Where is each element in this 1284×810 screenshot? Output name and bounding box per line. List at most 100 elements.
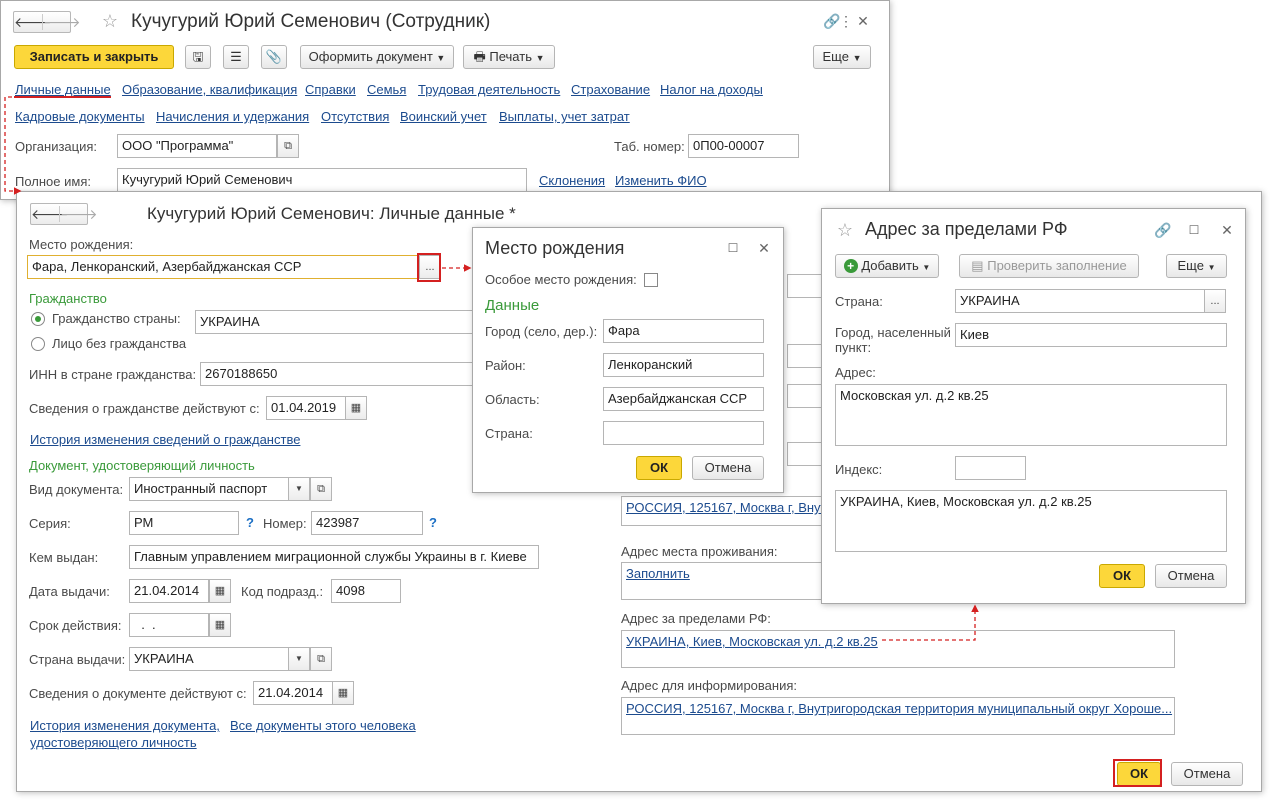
citizenship-country-field[interactable]: УКРАИНА — [195, 310, 475, 334]
abroad-address-field[interactable]: УКРАИНА, Киев, Московская ул. д.2 кв.25 — [621, 630, 1175, 668]
citizenship-country-label: Гражданство страны: — [52, 311, 181, 326]
index-field[interactable] — [955, 456, 1026, 480]
tab-military[interactable]: Воинский учет — [400, 109, 487, 124]
region-field[interactable]: Азербайджанская ССР — [603, 387, 764, 411]
tab-education[interactable]: Образование, квалификация — [122, 82, 297, 97]
city-field[interactable]: Фара — [603, 319, 764, 343]
tab-family[interactable]: Семья — [367, 82, 406, 97]
doc-history-link-line1[interactable]: История изменения документа, — [30, 718, 220, 733]
cancel-button[interactable]: Отмена — [1171, 762, 1243, 786]
chevron-down-icon[interactable]: ▼ — [288, 647, 310, 671]
residence-address-field[interactable]: Заполнить — [621, 562, 826, 600]
address-field[interactable]: Московская ул. д.2 кв.25 — [835, 384, 1227, 446]
more-button[interactable]: Еще ▼ — [813, 45, 871, 69]
tab-certificates[interactable]: Справки — [305, 82, 356, 97]
country-field[interactable] — [603, 421, 764, 445]
stateless-radio[interactable] — [31, 337, 45, 351]
special-birthplace-checkbox[interactable] — [644, 273, 658, 287]
region-label: Область: — [485, 392, 540, 407]
save-icon-button[interactable]: 🖫 — [185, 45, 211, 69]
print-button[interactable]: 🖶 Печать ▼ — [463, 45, 555, 69]
info-address-field[interactable]: РОССИЯ, 125167, Москва г, Внутригородска… — [621, 697, 1175, 735]
doc-valid-field[interactable]: 21.04.2014 — [253, 681, 333, 705]
back-arrow-icon[interactable]: 🡐 — [14, 14, 52, 31]
doc-type-label: Вид документа: — [29, 482, 124, 497]
country-select-button[interactable]: ... — [1204, 289, 1226, 313]
tab-number-field[interactable]: 0П00-00007 — [688, 134, 799, 158]
district-field[interactable]: Ленкоранский — [603, 353, 764, 377]
open-doc-type-button[interactable]: ⧉ — [310, 477, 332, 501]
inn-field[interactable]: 2670188650 — [200, 362, 475, 386]
city-label-line2: пункт: — [835, 340, 872, 355]
registration-address-field[interactable]: РОССИЯ, 125167, Москва г, Внутригоро — [621, 496, 826, 526]
tab-accruals[interactable]: Начисления и удержания — [156, 109, 309, 124]
fill-residence-link[interactable]: Заполнить — [626, 566, 690, 581]
ok-button[interactable]: ОК — [636, 456, 682, 480]
ok-button[interactable]: ОК — [1099, 564, 1145, 588]
doc-type-field[interactable]: Иностранный паспорт — [129, 477, 289, 501]
close-icon[interactable]: ✕ — [755, 239, 773, 257]
abroad-address-link[interactable]: УКРАИНА, Киев, Московская ул. д.2 кв.25 — [626, 634, 878, 649]
issue-date-field[interactable]: 21.04.2014 — [129, 579, 209, 603]
city-field[interactable]: Киев — [955, 323, 1227, 347]
star-icon[interactable]: ☆ — [101, 12, 119, 30]
more-vertical-icon[interactable]: ⋮ — [837, 12, 855, 30]
open-organization-button[interactable]: ⧉ — [277, 134, 299, 158]
calendar-icon[interactable]: ▦ — [345, 396, 367, 420]
dept-code-field[interactable]: 4098 — [331, 579, 401, 603]
tab-hr-documents[interactable]: Кадровые документы — [15, 109, 145, 124]
all-documents-link[interactable]: Все документы этого человека — [230, 718, 416, 733]
registration-address-link[interactable]: РОССИЯ, 125167, Москва г, Внутригоро — [626, 500, 825, 515]
cancel-button[interactable]: Отмена — [692, 456, 764, 480]
citizenship-valid-field[interactable]: 01.04.2019 — [266, 396, 346, 420]
series-help-icon[interactable]: ? — [246, 515, 254, 530]
create-document-button[interactable]: Оформить документ ▼ — [300, 45, 454, 69]
country-field[interactable]: УКРАИНА — [955, 289, 1205, 313]
organization-field[interactable]: ООО "Программа" — [117, 134, 277, 158]
full-name-field[interactable]: Кучугурий Юрий Семенович — [117, 168, 527, 192]
number-help-icon[interactable]: ? — [429, 515, 437, 530]
maximize-icon[interactable]: ☐ — [1185, 221, 1203, 239]
declensions-link[interactable]: Склонения — [539, 173, 605, 188]
calendar-icon[interactable]: ▦ — [332, 681, 354, 705]
close-icon[interactable]: ✕ — [854, 12, 872, 30]
abroad-dialog-title: Адрес за пределами РФ — [865, 219, 1068, 239]
attach-icon-button[interactable]: 📎 — [261, 45, 287, 69]
forward-arrow-icon[interactable]: 🡒 — [60, 206, 98, 223]
tab-income-tax[interactable]: Налог на доходы — [660, 82, 763, 97]
district-label: Район: — [485, 358, 526, 373]
doc-history-link-line2[interactable]: удостоверяющего личность — [30, 735, 197, 750]
series-field[interactable]: РМ — [129, 511, 239, 535]
plus-icon: + — [843, 259, 858, 273]
chevron-down-icon[interactable]: ▼ — [288, 477, 310, 501]
more-button[interactable]: Еще ▼ — [1166, 254, 1227, 278]
number-field[interactable]: 423987 — [311, 511, 423, 535]
issue-country-field[interactable]: УКРАИНА — [129, 647, 289, 671]
info-address-link[interactable]: РОССИЯ, 125167, Москва г, Внутригородска… — [626, 701, 1172, 716]
forward-arrow-icon[interactable]: 🡒 — [43, 14, 81, 31]
add-button[interactable]: + Добавить ▼ — [835, 254, 939, 278]
citizenship-country-radio[interactable] — [31, 312, 45, 326]
open-country-button[interactable]: ⧉ — [310, 647, 332, 671]
tab-work-history[interactable]: Трудовая деятельность — [418, 82, 560, 97]
tab-personal-data[interactable]: Личные данные — [15, 82, 111, 97]
tab-absences[interactable]: Отсутствия — [321, 109, 389, 124]
calendar-icon[interactable]: ▦ — [209, 579, 231, 603]
cancel-button[interactable]: Отмена — [1155, 564, 1227, 588]
back-arrow-icon[interactable]: 🡐 — [31, 206, 69, 223]
valid-until-field[interactable]: . . — [129, 613, 209, 637]
citizenship-history-link[interactable]: История изменения сведений о гражданстве — [30, 432, 300, 447]
calendar-icon[interactable]: ▦ — [209, 613, 231, 637]
tab-payments[interactable]: Выплаты, учет затрат — [499, 109, 630, 124]
save-close-button[interactable]: Записать и закрыть — [14, 45, 174, 69]
list-icon-button[interactable]: ☰ — [223, 45, 249, 69]
birthplace-field[interactable]: Фара, Ленкоранский, Азербайджанская ССР — [27, 255, 429, 279]
star-icon[interactable]: ☆ — [836, 221, 854, 239]
issued-by-field[interactable]: Главным управлением миграционной службы … — [129, 545, 539, 569]
close-icon[interactable]: ✕ — [1218, 221, 1236, 239]
change-fio-link[interactable]: Изменить ФИО — [615, 173, 707, 188]
maximize-icon[interactable]: ☐ — [724, 239, 742, 257]
tab-insurance[interactable]: Страхование — [571, 82, 650, 97]
link-icon[interactable]: 🔗 — [1154, 221, 1172, 239]
issue-country-label: Страна выдачи: — [29, 652, 126, 667]
